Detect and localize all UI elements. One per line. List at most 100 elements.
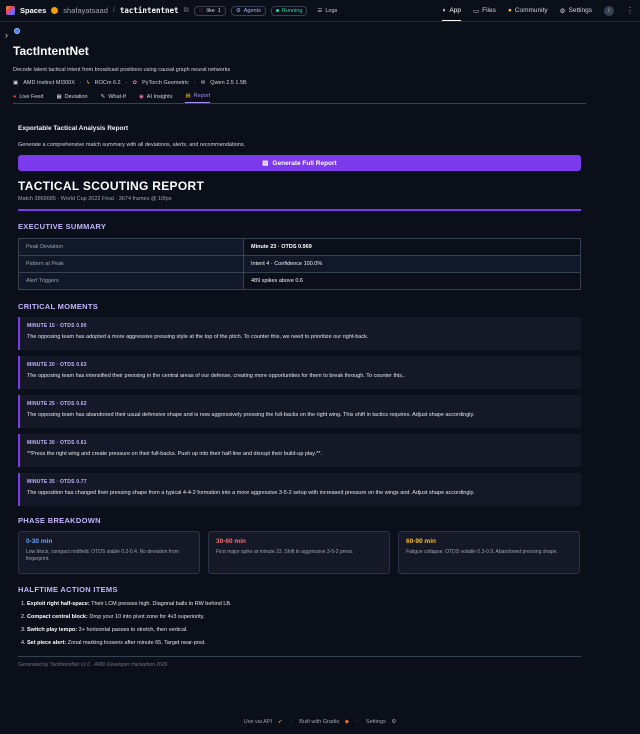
agents-button[interactable]: ⚙ Agents (230, 5, 266, 16)
like-label: like (206, 7, 215, 14)
list-item: 4. Set piece alert: Zonal marking loosen… (18, 640, 622, 646)
like-count: 1 (217, 7, 221, 14)
action-title: Set piece alert: (27, 639, 67, 646)
summary-value: 489 spikes above 0.6 (243, 271, 581, 290)
table-row: Pattern at Peak Intent 4 · Confidence 10… (18, 254, 581, 273)
hardware-item-gpu: AMD Instinct MI300X (23, 80, 75, 86)
tab-live-feed[interactable]: ● Live Feed (13, 94, 43, 103)
report-meta: Match 3869685 · World Cup 2022 Final · 3… (18, 196, 172, 202)
rocket-icon: ➶ (277, 719, 283, 725)
nav-app[interactable]: ◐ App (442, 0, 461, 21)
app-description: Decode latent tactical intent from broad… (13, 67, 231, 73)
moment-text: The opposing team has abandoned their us… (27, 411, 475, 418)
hardware-separator: · (79, 80, 82, 86)
like-button[interactable]: ♡ like 1 (193, 5, 226, 16)
halftime-actions-heading: HALFTIME ACTION ITEMS (18, 584, 118, 594)
generated-by: Generated by TactIntentNet v1.0 · AMD De… (18, 661, 168, 668)
document-icon: ▤ (262, 160, 269, 167)
built-with-link[interactable]: Built with Gradio ◆ (297, 719, 351, 725)
list-item: 1. Exploit right half-space: Their LCM p… (18, 601, 622, 607)
footer-settings-link[interactable]: Settings ⚙ (364, 719, 398, 725)
logs-label: Logs (325, 7, 338, 14)
owner-avatar[interactable] (51, 7, 59, 14)
info-button[interactable]: i (604, 5, 614, 16)
tab-ai-insights-label: AI Insights (146, 94, 173, 100)
halftime-actions-list: 1. Exploit right half-space: Their LCM p… (18, 601, 622, 646)
status-dot-icon (275, 9, 279, 12)
list-item: MINUTE 35 · OTDS 0.77 The opposition has… (18, 472, 581, 506)
sidebar-toggle-icon[interactable]: › (5, 30, 8, 40)
spaces-logo-icon[interactable] (6, 6, 15, 15)
hardware-separator: · (125, 80, 128, 86)
action-number: 2. (21, 613, 26, 620)
action-number: 3. (21, 626, 26, 633)
list-item: MINUTE 20 · OTDS 0.63 The opposing team … (18, 355, 581, 389)
generate-report-button[interactable]: ▤ Generate Full Report (18, 155, 581, 171)
spaces-link[interactable]: Spaces (20, 6, 46, 15)
community-icon: ● (507, 7, 512, 14)
tab-what-if[interactable]: ✎ What-If (101, 94, 126, 103)
summary-key: Pattern at Peak (18, 254, 244, 273)
nav-files[interactable]: ▭ Files (473, 0, 496, 21)
list-item: MINUTE 30 · OTDS 0.61 **Press the right … (18, 433, 581, 467)
nav-files-label: Files (482, 7, 496, 14)
summary-value: Minute 23 · OTDS 0.969 (243, 237, 581, 256)
action-text: Drop your 10 into pivot zone for 4v3 sup… (87, 613, 205, 620)
phase-title: 30-60 min (216, 537, 246, 545)
list-item: MINUTE 15 · OTDS 0.90 The opposing team … (18, 316, 581, 350)
nav-app-label: App (449, 6, 461, 14)
hardware-line: ▣ AMD Instinct MI300X · ϟ ROCm 6.2 · ✿ P… (13, 80, 627, 86)
action-text: Their LCM presses high. Diagonal balls t… (89, 600, 232, 607)
action-text: 3+ horizontal passes to stretch, then ve… (77, 626, 188, 633)
nav-community[interactable]: ● Community (508, 0, 548, 21)
tab-report-label: Report (193, 93, 211, 99)
action-number: 1. (21, 600, 26, 607)
phase-card: 30-60 min First major spike at minute 23… (208, 530, 390, 574)
summary-key: Alert Triggers (18, 271, 244, 290)
action-title: Exploit right half-space: (27, 600, 90, 607)
moment-text: **Press the right wing and create pressu… (27, 450, 322, 457)
moment-text: The opposing team has adopted a more agg… (27, 333, 369, 340)
logs-icon: ☰ (317, 7, 323, 14)
status-badge[interactable]: Running (270, 5, 308, 16)
phase-text: First major spike at minute 23. Shift to… (216, 548, 354, 555)
document-icon: ▤ (185, 93, 191, 99)
footer-separator: · (289, 719, 292, 725)
tab-report[interactable]: ▤ Report (185, 93, 211, 103)
table-row: Peak Deviation Minute 23 · OTDS 0.969 (18, 237, 581, 256)
app-icon: ◐ (442, 6, 447, 14)
logs-button[interactable]: ☰ Logs (312, 6, 342, 16)
report-panel-subtext: Generate a comprehensive match summary w… (18, 142, 246, 148)
brain-icon: ✿ (132, 80, 138, 86)
repo-link[interactable]: tactintentnet (120, 6, 179, 15)
phase-text: Fatigue collapse. OTDS volatile 0.3-0.9.… (406, 548, 558, 555)
copy-icon[interactable]: ⧉ (184, 7, 189, 15)
footer-divider (18, 655, 581, 657)
report-panel-heading: Exportable Tactical Analysis Report (18, 125, 129, 132)
agents-label: Agents (243, 7, 261, 14)
footer-separator: · (356, 719, 359, 725)
agents-icon: ⚙ (235, 7, 241, 14)
report-panel: Exportable Tactical Analysis Report Gene… (13, 125, 627, 668)
tab-ai-insights[interactable]: ◉ AI Insights (139, 94, 173, 103)
gear-icon: ⚙ (391, 719, 397, 725)
summary-value: Intent 4 · Confidence 100.0% (243, 254, 581, 273)
action-number: 4. (21, 639, 26, 646)
record-icon: ● (13, 94, 17, 100)
bolt-icon: ϟ (86, 80, 90, 86)
nav-community-label: Community (514, 7, 548, 14)
tab-deviation[interactable]: ▦ Deviation (56, 94, 87, 103)
use-api-label: Use via API (243, 719, 273, 725)
hf-topbar: Spaces shafayatsaad / tactintentnet ⧉ ♡ … (0, 0, 640, 22)
use-api-link[interactable]: Use via API ➶ (242, 719, 285, 725)
more-menu-icon[interactable]: ⋮ (626, 6, 634, 15)
phase-breakdown-heading: PHASE BREAKDOWN (18, 515, 101, 525)
nav-settings[interactable]: ⚙ Settings (560, 0, 592, 21)
status-label: Running (281, 7, 303, 14)
owner-link[interactable]: shafayatsaad (63, 6, 108, 15)
moment-label: MINUTE 20 · OTDS 0.63 (27, 361, 87, 368)
brain-icon: ◉ (138, 94, 144, 100)
moment-text: The opposition has changed their pressin… (27, 489, 475, 496)
action-text: Zonal marking loosens after minute 65. T… (66, 639, 206, 646)
app-container: TactIntentNet Decode latent tactical int… (0, 22, 640, 668)
